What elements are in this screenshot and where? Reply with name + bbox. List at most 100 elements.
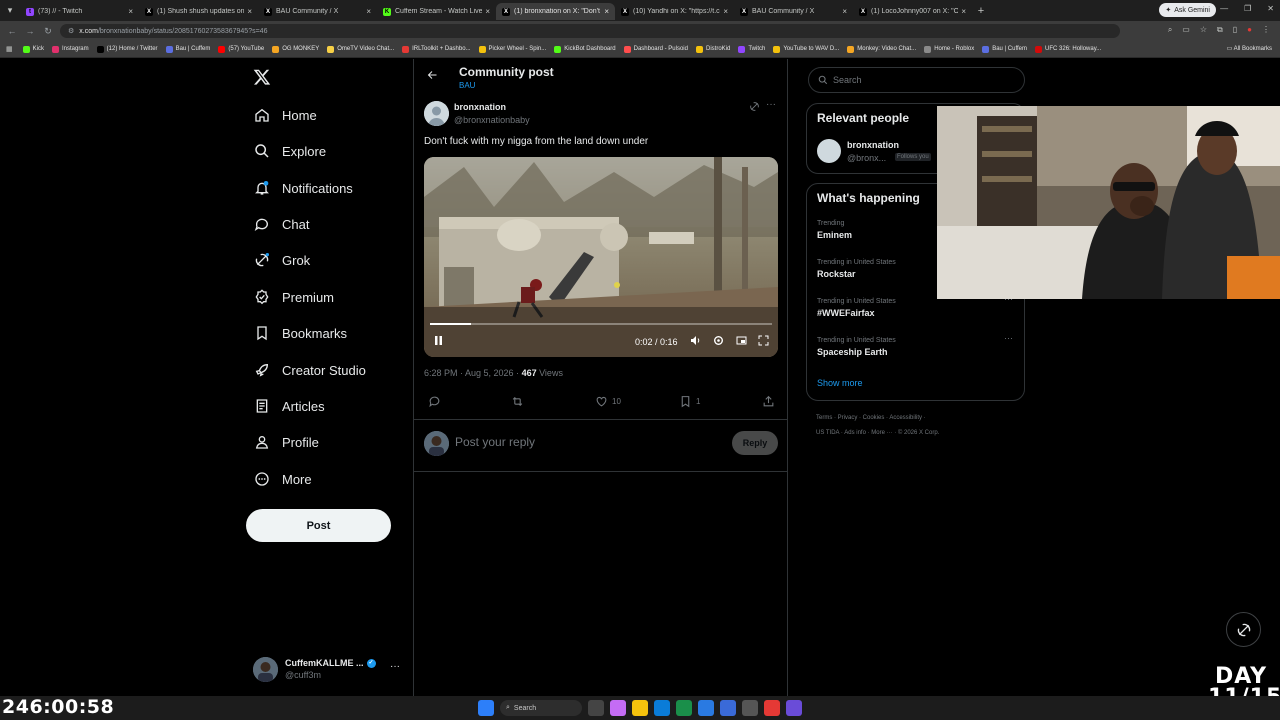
footer-links-2[interactable]: US TIDA · Ads info · More ··· · © 2026 X… (816, 430, 939, 436)
author-avatar[interactable] (424, 101, 449, 126)
menu-icon[interactable]: ⋮ (1262, 25, 1270, 35)
back-arrow-icon[interactable]: ← (6, 26, 18, 36)
bookmark-item[interactable]: Kick (22, 45, 44, 53)
edge-icon[interactable] (676, 700, 692, 716)
minimize-button[interactable]: — (1220, 4, 1228, 13)
close-tab-icon[interactable]: × (128, 7, 133, 16)
cast-icon[interactable]: ▭ (1182, 25, 1190, 35)
bookmark-item[interactable]: Home - Roblox (924, 45, 974, 53)
browser-tab[interactable]: K Cuffem Stream - Watch Live on Kick× (377, 3, 496, 20)
sidebar-item-bookmarks[interactable]: Bookmarks (254, 321, 347, 345)
grok-explain-icon[interactable] (749, 101, 760, 112)
account-switcher[interactable]: CuffemKALLME ... ✓ @cuff3m ··· (253, 653, 408, 685)
star-icon[interactable]: ☆ (1200, 25, 1207, 35)
extensions-icon[interactable]: ⧉ (1217, 25, 1223, 35)
bookmark-item[interactable]: Twitch (738, 45, 765, 53)
reply-action[interactable] (428, 395, 445, 408)
close-window-button[interactable]: ✕ (1267, 4, 1274, 13)
post-timestamp[interactable]: 6:28 PM · Aug 5, 2026 · (424, 368, 522, 378)
bookmark-item[interactable]: (12) Home / Twitter (96, 45, 158, 53)
all-bookmarks[interactable]: ▭ All Bookmarks (1227, 45, 1272, 52)
community-link[interactable]: BAU (459, 81, 475, 90)
x-logo-icon[interactable] (253, 68, 271, 86)
bookmark-item[interactable]: Dashboard - Pulsoid (623, 45, 688, 53)
video-progress-bar[interactable] (430, 323, 772, 325)
bookmark-item[interactable]: Picker Wheel - Spin... (478, 45, 546, 53)
author-handle[interactable]: @bronxnationbaby (454, 115, 530, 125)
windows-start-icon[interactable] (478, 700, 494, 716)
pause-icon[interactable] (433, 335, 444, 346)
relevant-person-name[interactable]: bronxnation (847, 140, 899, 150)
back-icon[interactable] (426, 69, 438, 81)
browser-tab[interactable]: X (1) Shush shush updates on X × (139, 3, 258, 20)
sidebar-item-more[interactable]: More (254, 467, 312, 491)
volume-icon[interactable] (690, 335, 701, 346)
footer-links[interactable]: Terms · Privacy · Cookies · Accessibilit… (816, 415, 926, 421)
bookmark-item[interactable]: UFC 326: Holloway... (1035, 45, 1101, 53)
file-explorer-icon[interactable] (632, 700, 648, 716)
bookmark-item[interactable]: DistroKid (695, 45, 730, 53)
sidebar-item-chat[interactable]: Chat (254, 212, 309, 236)
close-tab-icon[interactable]: × (366, 7, 371, 16)
relevant-person-handle[interactable]: @bronx... (847, 153, 886, 163)
trend-more-icon[interactable]: ··· (1004, 333, 1013, 343)
browser-tab[interactable]: X BAU Community / X × (734, 3, 853, 20)
app-icon-2[interactable] (786, 700, 802, 716)
site-info-icon[interactable]: ⚙ (68, 27, 74, 35)
ask-gemini-button[interactable]: ✦ Ask Gemini (1159, 3, 1216, 17)
restore-button[interactable]: ❐ (1244, 4, 1251, 13)
like-action[interactable]: 10 (595, 395, 621, 408)
author-name[interactable]: bronxnation (454, 102, 506, 112)
video-player[interactable]: 0:02 / 0:16 (424, 157, 778, 357)
pip-icon[interactable] (736, 335, 747, 346)
bookmark-item[interactable]: KickBot Dashboard (554, 45, 616, 53)
app-icon[interactable] (720, 700, 736, 716)
close-tab-icon[interactable]: × (604, 7, 609, 16)
fullscreen-icon[interactable] (758, 335, 769, 346)
sidebar-item-articles[interactable]: Articles (254, 394, 325, 418)
browser-tab[interactable]: X (1) bronxnation on X: "Don't × (496, 3, 615, 20)
reply-button[interactable]: Reply (732, 431, 778, 455)
relevant-person-avatar[interactable] (817, 139, 841, 163)
close-tab-icon[interactable]: × (961, 7, 966, 16)
chrome-icon[interactable] (764, 700, 780, 716)
post-button[interactable]: Post (246, 509, 391, 542)
taskbar-search[interactable]: ⌕ Search (500, 700, 582, 716)
trend-item[interactable]: Trending in United States Rockstar (817, 259, 896, 279)
bookmark-item[interactable]: YouTube to WAV D... (773, 45, 839, 53)
show-more-link[interactable]: Show more (817, 378, 863, 388)
close-tab-icon[interactable]: × (247, 7, 252, 16)
browser-tab[interactable]: X BAU Community / X × (258, 3, 377, 20)
new-tab-button[interactable]: + (972, 5, 990, 17)
zoom-icon[interactable]: ⌕ (1168, 25, 1172, 35)
close-tab-icon[interactable]: × (485, 7, 490, 16)
sidebar-item-notifications[interactable]: Notifications (254, 176, 353, 200)
trend-item[interactable]: Trending Eminem (817, 220, 852, 240)
bookmark-item[interactable]: OG MONKEY (272, 45, 319, 53)
sidebar-item-grok[interactable]: Grok (254, 248, 310, 272)
sidebar-item-home[interactable]: Home (254, 103, 317, 127)
grok-floating-button[interactable] (1226, 612, 1261, 647)
sidebar-item-profile[interactable]: Profile (254, 430, 319, 454)
bookmark-item[interactable]: Instagram (51, 45, 89, 53)
copilot-icon[interactable] (610, 700, 626, 716)
reload-icon[interactable]: ↻ (42, 26, 54, 37)
search-input[interactable]: Search (808, 67, 1025, 93)
forward-arrow-icon[interactable]: → (24, 26, 36, 36)
split-view-icon[interactable]: ▯ (1233, 25, 1237, 35)
sidebar-item-creator-studio[interactable]: Creator Studio (254, 358, 366, 382)
bookmark-item[interactable]: (57) YouTube (218, 45, 264, 53)
sidebar-item-premium[interactable]: Premium (254, 285, 334, 309)
browser-tab[interactable]: t (73) // - Twitch × (20, 3, 139, 20)
browser-tab[interactable]: X (10) Yandhi on X: "https://t.co/× (615, 3, 734, 20)
mail-icon[interactable] (654, 700, 670, 716)
bookmark-item[interactable]: IRLToolkit + Dashbo... (402, 45, 471, 53)
account-more-icon[interactable]: ··· (390, 661, 400, 672)
tab-search-icon[interactable]: ▾ (0, 0, 20, 21)
bookmark-item[interactable]: Monkey: Video Chat... (847, 45, 916, 53)
bookmark-item[interactable]: OmeTV Video Chat... (327, 45, 394, 53)
task-view-icon[interactable] (588, 700, 604, 716)
obs-icon[interactable] (742, 700, 758, 716)
bookmark-action[interactable]: 1 (679, 395, 700, 408)
trend-item[interactable]: Trending in United States #WWEFairfax (817, 298, 896, 318)
